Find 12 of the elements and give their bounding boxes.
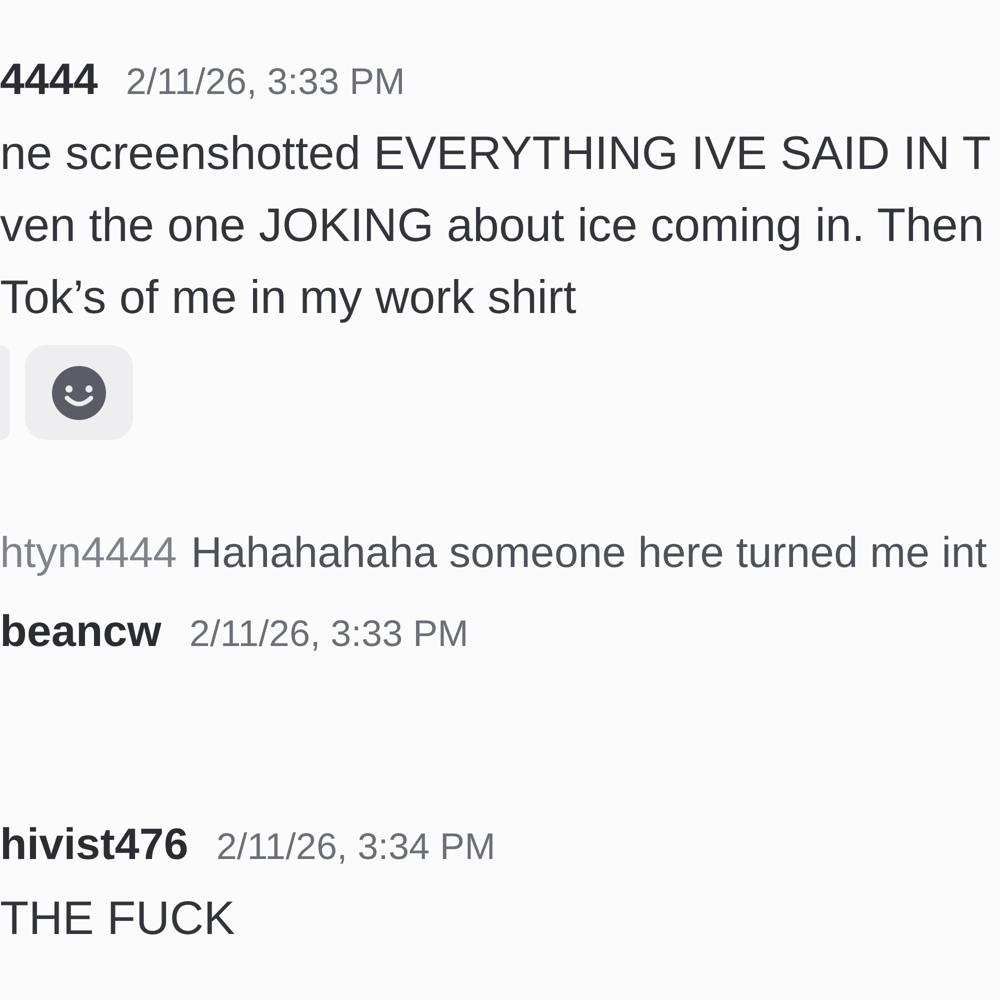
reply-author-name[interactable]: htyn4444 <box>0 528 177 578</box>
author-name[interactable]: 4444 <box>0 50 98 110</box>
message-text: ne screenshotted EVERYTHING IVE SAID IN T ven the one JOKING about ice coming in. Then Tok’s of me in my work shirt <box>0 125 991 325</box>
add-reaction-button[interactable] <box>25 345 133 440</box>
reply-preview-text[interactable]: Hahahahaha someone here turned me int <box>190 528 987 578</box>
timestamp: 2/11/26, 3:33 PM <box>126 60 405 104</box>
smiley-icon <box>52 366 106 420</box>
timestamp: 2/11/26, 3:33 PM <box>189 612 468 656</box>
author-name[interactable]: beancw <box>0 602 162 662</box>
author-name[interactable]: hivist476 <box>0 815 188 875</box>
timestamp: 2/11/26, 3:34 PM <box>216 825 496 869</box>
message-text: THE FUCK <box>0 890 235 946</box>
